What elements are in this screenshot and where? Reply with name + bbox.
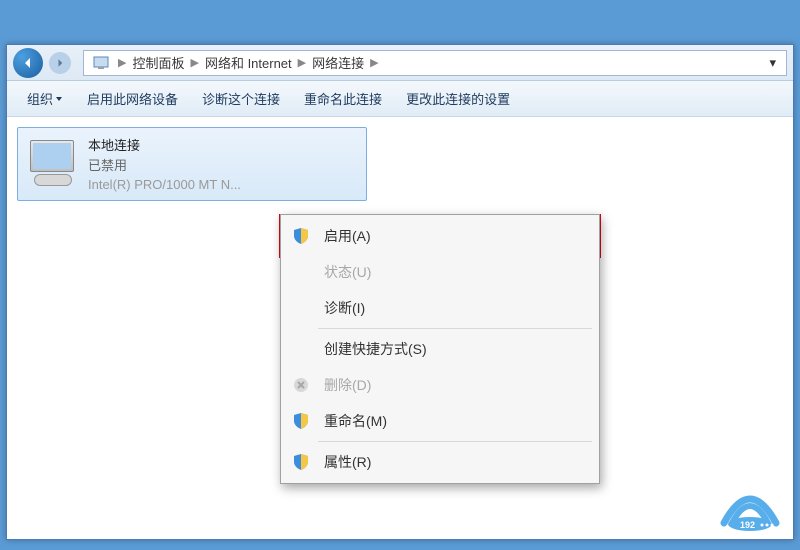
back-button[interactable] — [13, 48, 43, 78]
breadcrumb[interactable]: ▶ 控制面板 ▶ 网络和 Internet ▶ 网络连接 ▶ ▾ — [83, 50, 787, 76]
blank-icon — [290, 297, 312, 319]
breadcrumb-item-network-connections[interactable]: 网络连接 — [310, 53, 366, 72]
connection-status: 已禁用 — [88, 156, 241, 176]
ctx-delete-label: 删除(D) — [324, 375, 371, 395]
chevron-down-icon — [55, 95, 63, 103]
rename-button[interactable]: 重命名此连接 — [292, 85, 394, 112]
connection-name: 本地连接 — [88, 136, 241, 156]
toolbar: 组织 启用此网络设备 诊断这个连接 重命名此连接 更改此连接的设置 — [7, 81, 793, 117]
ctx-status: 状态(U) — [284, 254, 596, 290]
organize-menu[interactable]: 组织 — [15, 85, 75, 112]
breadcrumb-item-network-internet[interactable]: 网络和 Internet — [203, 53, 294, 72]
delete-icon — [290, 374, 312, 396]
ctx-diagnose[interactable]: 诊断(I) — [284, 290, 596, 326]
chevron-right-icon: ▶ — [114, 56, 130, 69]
network-adapter-icon — [26, 138, 78, 190]
chevron-right-icon: ▶ — [294, 56, 310, 69]
ctx-enable-label: 启用(A) — [324, 226, 371, 246]
ctx-status-label: 状态(U) — [324, 262, 371, 282]
connection-adapter: Intel(R) PRO/1000 MT N... — [88, 175, 241, 195]
watermark: 192 — [714, 483, 786, 536]
ctx-rename-label: 重命名(M) — [324, 411, 387, 431]
enable-device-button[interactable]: 启用此网络设备 — [75, 85, 190, 112]
ctx-delete: 删除(D) — [284, 367, 596, 403]
ctx-enable[interactable]: 启用(A) — [284, 218, 596, 254]
shield-icon — [290, 410, 312, 432]
ctx-rename[interactable]: 重命名(M) — [284, 403, 596, 439]
ctx-properties[interactable]: 属性(R) — [284, 444, 596, 480]
connection-text: 本地连接 已禁用 Intel(R) PRO/1000 MT N... — [88, 134, 241, 194]
shield-icon — [290, 451, 312, 473]
organize-label: 组织 — [27, 89, 53, 108]
blank-icon — [290, 261, 312, 283]
blank-icon — [290, 338, 312, 360]
ctx-diagnose-label: 诊断(I) — [324, 298, 365, 318]
location-icon — [92, 54, 110, 72]
breadcrumb-dropdown[interactable]: ▾ — [763, 55, 782, 71]
ctx-create-shortcut[interactable]: 创建快捷方式(S) — [284, 331, 596, 367]
chevron-right-icon: ▶ — [186, 56, 202, 69]
chevron-right-icon: ▶ — [366, 56, 382, 69]
ctx-properties-label: 属性(R) — [324, 452, 371, 472]
forward-button[interactable] — [49, 52, 71, 74]
breadcrumb-item-control-panel[interactable]: 控制面板 — [130, 53, 186, 72]
change-settings-button[interactable]: 更改此连接的设置 — [394, 85, 522, 112]
separator — [318, 441, 592, 442]
separator — [318, 328, 592, 329]
svg-text:192: 192 — [740, 520, 755, 530]
shield-icon — [290, 225, 312, 247]
ctx-shortcut-label: 创建快捷方式(S) — [324, 339, 427, 359]
context-menu: 启用(A) 状态(U) 诊断(I) 创建快捷方式(S) 删除(D) 重命名(M)… — [280, 214, 600, 484]
connection-item[interactable]: 本地连接 已禁用 Intel(R) PRO/1000 MT N... — [17, 127, 367, 201]
diagnose-button[interactable]: 诊断这个连接 — [190, 85, 292, 112]
nav-bar: ▶ 控制面板 ▶ 网络和 Internet ▶ 网络连接 ▶ ▾ — [7, 45, 793, 81]
